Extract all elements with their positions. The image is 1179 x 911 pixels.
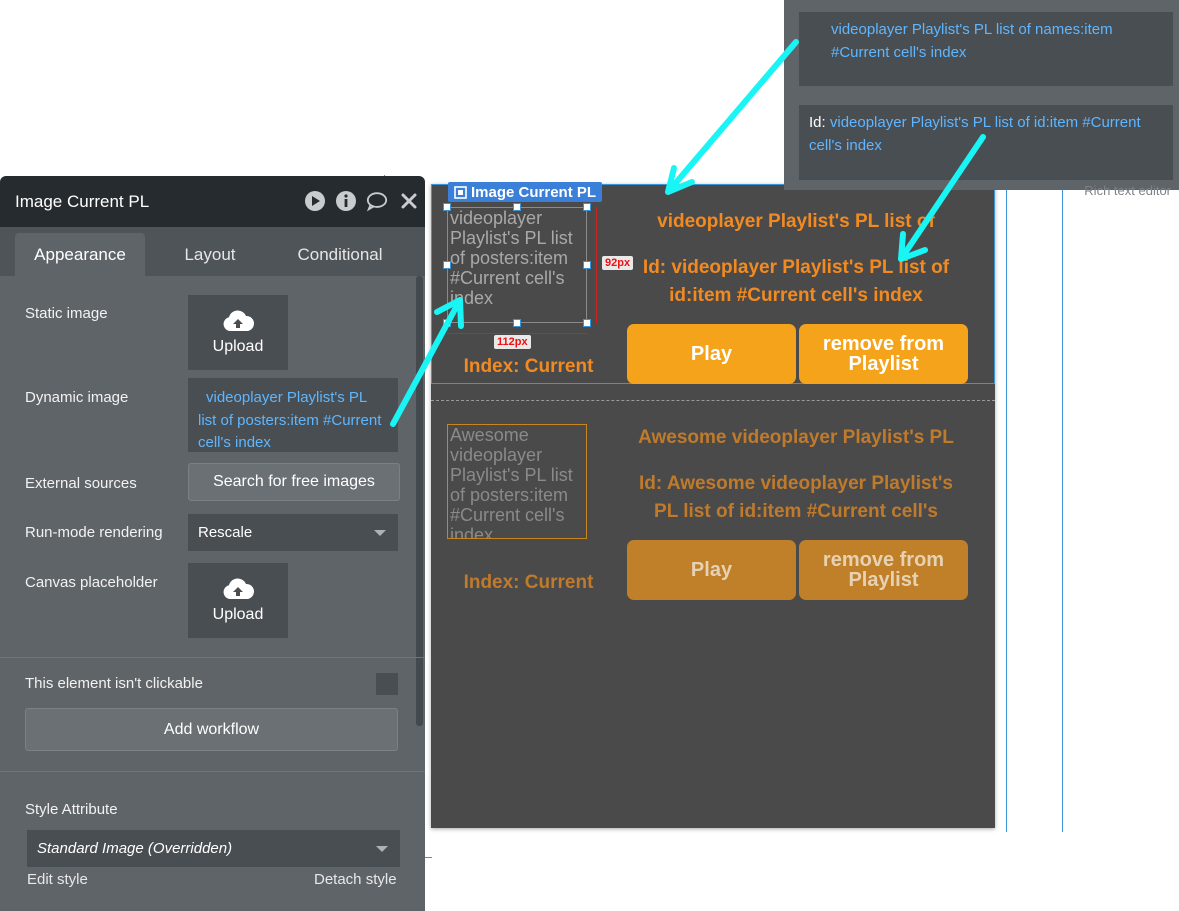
arrow-to-id-text	[898, 134, 986, 262]
arrow-to-name-text	[665, 39, 799, 195]
arrow-to-image-element	[390, 297, 464, 427]
annotation-arrows	[390, 39, 986, 427]
